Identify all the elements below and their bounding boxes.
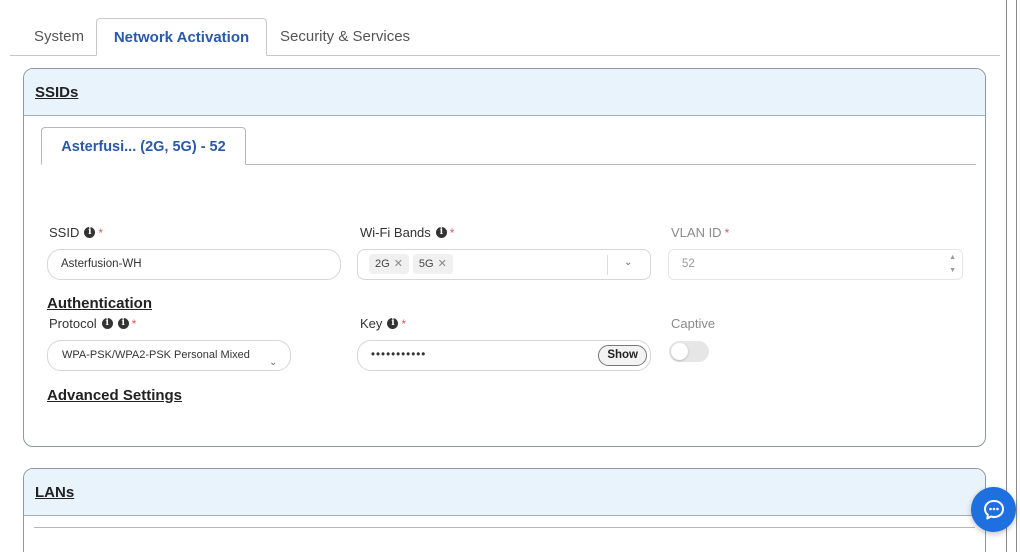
advanced-settings-title[interactable]: Advanced Settings: [47, 387, 182, 404]
lans-card-header: LANs: [24, 469, 985, 516]
window-border: [1006, 0, 1007, 552]
ssid-label: SSID i *: [49, 225, 103, 240]
chat-bubble-icon: [983, 499, 1004, 519]
ssid-subtabs: Asterfusi... (2G, 5G) - 52: [41, 127, 976, 165]
spin-up-icon[interactable]: ▲: [949, 254, 956, 261]
ssid-label-text: SSID: [49, 225, 80, 240]
info-icon[interactable]: i: [84, 227, 96, 238]
wifi-bands-label: Wi-Fi Bands i *: [360, 225, 454, 240]
ssids-card: SSIDs Asterfusi... (2G, 5G) - 52 SSID i …: [23, 68, 986, 447]
remove-chip-icon[interactable]: ✕: [438, 258, 447, 270]
captive-label: Captive: [671, 316, 716, 331]
tab-network-activation[interactable]: Network Activation: [96, 18, 267, 56]
band-chip-5g: 5G ✕: [412, 254, 453, 274]
info-icon[interactable]: i: [101, 318, 113, 329]
authentication-title: Authentication: [47, 295, 152, 312]
tab-security-services[interactable]: Security & Services: [266, 18, 424, 56]
lans-title: LANs: [35, 484, 75, 501]
key-value: •••••••••••: [371, 349, 427, 361]
vlan-id-label-text: VLAN ID: [671, 225, 722, 240]
lans-card: LANs: [23, 468, 986, 552]
spin-down-icon[interactable]: ▼: [949, 267, 956, 274]
vlan-id-input[interactable]: 52 ▲ ▼: [668, 249, 963, 280]
ssid-subtab-active[interactable]: Asterfusi... (2G, 5G) - 52: [41, 127, 246, 165]
captive-toggle[interactable]: [669, 341, 709, 362]
protocol-select[interactable]: WPA-PSK/WPA2-PSK Personal Mixed ⌄: [47, 340, 291, 371]
ssids-title: SSIDs: [35, 84, 79, 101]
info-icon[interactable]: i: [117, 318, 129, 329]
wifi-bands-label-text: Wi-Fi Bands: [360, 225, 431, 240]
remove-chip-icon[interactable]: ✕: [394, 258, 403, 270]
protocol-value: WPA-PSK/WPA2-PSK Personal Mixed: [62, 349, 250, 361]
tab-system[interactable]: System: [20, 18, 98, 56]
required-mark: *: [401, 316, 407, 331]
toggle-knob: [671, 343, 688, 360]
chevron-down-icon[interactable]: ⌄: [624, 257, 632, 268]
key-label-text: Key: [360, 316, 383, 331]
info-icon[interactable]: i: [387, 318, 399, 329]
band-chip-label: 5G: [418, 258, 434, 270]
ssid-input[interactable]: Asterfusion-WH: [47, 249, 341, 280]
required-mark: *: [98, 225, 104, 240]
vlan-id-label: VLAN ID *: [671, 225, 729, 240]
info-icon[interactable]: i: [435, 227, 447, 238]
protocol-label-text: Protocol: [49, 316, 97, 331]
required-mark: *: [724, 225, 730, 240]
protocol-label: Protocol i i *: [49, 316, 136, 331]
chat-button[interactable]: [971, 487, 1016, 532]
lans-tabs-divider: [34, 527, 975, 528]
key-label: Key i *: [360, 316, 406, 331]
select-divider: [607, 255, 608, 275]
band-chip-label: 2G: [375, 258, 390, 270]
wifi-bands-select[interactable]: 2G ✕ 5G ✕ ⌄: [357, 249, 651, 280]
required-mark: *: [449, 225, 455, 240]
key-input[interactable]: ••••••••••• Show: [357, 340, 651, 371]
required-mark: *: [131, 316, 137, 331]
band-chip-2g: 2G ✕: [369, 254, 409, 274]
main-tabs: System Network Activation Security & Ser…: [10, 18, 1000, 56]
show-key-button[interactable]: Show: [598, 345, 647, 366]
ssids-card-header: SSIDs: [24, 69, 985, 116]
vlan-id-value: 52: [682, 258, 695, 270]
window-border-outer: [1016, 0, 1017, 552]
chevron-down-icon[interactable]: ⌄: [269, 348, 277, 377]
